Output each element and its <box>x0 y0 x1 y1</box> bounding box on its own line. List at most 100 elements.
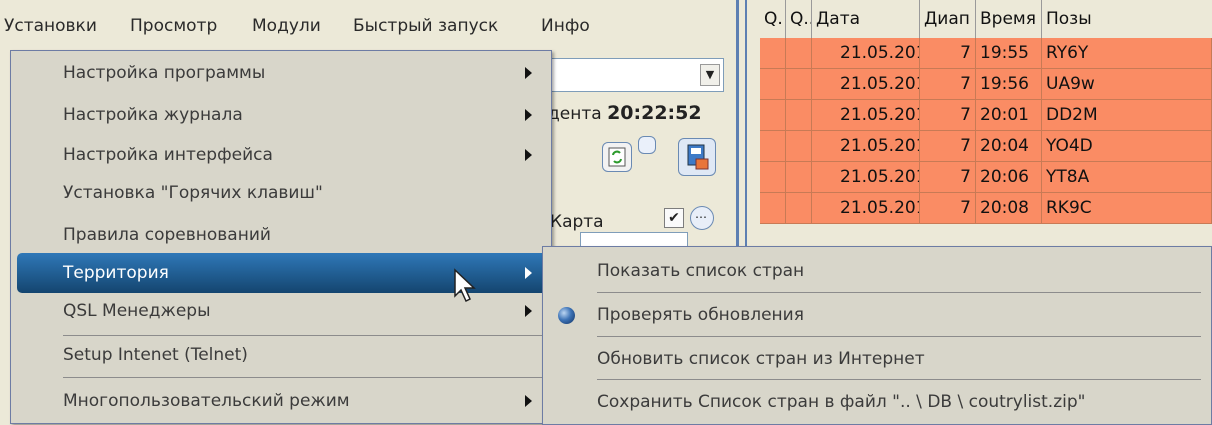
grid-header: Q. Q.. Дата Диап Время Позы <box>760 0 1212 39</box>
menu-item-log-settings[interactable]: Настройка журнала <box>11 95 551 135</box>
submenu-arrow-icon <box>525 305 532 317</box>
menu-item-label: Настройка интерфейса <box>63 145 273 165</box>
cell-q2 <box>786 38 812 69</box>
menu-separator <box>63 377 549 378</box>
table-row[interactable]: 21.05.2011720:06YT8A <box>760 162 1212 193</box>
map-checkbox[interactable]: ✔ <box>664 208 684 228</box>
column-header-q1[interactable]: Q. <box>760 0 786 38</box>
settings-menu: Настройка программы Настройка журнала На… <box>10 50 552 424</box>
territory-submenu: Показать список стран Проверять обновлен… <box>542 246 1212 425</box>
table-row[interactable]: 21.05.2011719:55RY6Y <box>760 38 1212 69</box>
menu-bar: Установки Просмотр Модули Быстрый запуск… <box>0 0 736 52</box>
cell-q1 <box>760 193 786 224</box>
menubar-item-info[interactable]: Инфо <box>541 16 590 36</box>
menu-item-multiuser-mode[interactable]: Многопользовательский режим <box>11 381 551 421</box>
menubar-item-settings[interactable]: Установки <box>4 16 97 36</box>
column-header-time[interactable]: Время <box>976 0 1042 38</box>
cell-band: 7 <box>920 131 976 162</box>
cell-band: 7 <box>920 162 976 193</box>
menu-item-label: Правила соревнований <box>63 225 271 245</box>
menu-item-label: Многопользовательский режим <box>63 391 350 411</box>
cell-band: 7 <box>920 193 976 224</box>
cell-q1 <box>760 38 786 69</box>
cell-call: YT8A <box>1042 162 1212 193</box>
menu-item-program-settings[interactable]: Настройка программы <box>11 53 551 93</box>
cell-call: DD2M <box>1042 100 1212 131</box>
map-label: Карта <box>550 212 604 232</box>
ellipsis-icon: … <box>695 207 707 221</box>
more-button[interactable]: … <box>690 206 714 230</box>
menu-separator <box>597 379 1201 380</box>
cell-q2 <box>786 69 812 100</box>
menu-item-label: Настройка журнала <box>63 105 243 125</box>
cell-date: 21.05.2011 <box>812 193 920 224</box>
cell-q2 <box>786 162 812 193</box>
submenu-arrow-icon <box>525 67 532 79</box>
submenu-item-label: Показать список стран <box>597 261 805 281</box>
cell-time: 20:04 <box>976 131 1042 162</box>
cell-call: UA9w <box>1042 69 1212 100</box>
column-header-call[interactable]: Позы <box>1042 0 1212 38</box>
table-row[interactable]: 21.05.2011720:08RK9C <box>760 193 1212 224</box>
menu-item-interface-settings[interactable]: Настройка интерфейса <box>11 135 551 175</box>
clock-time: 20:22:52 <box>607 102 702 124</box>
menubar-item-view[interactable]: Просмотр <box>130 16 217 36</box>
submenu-item-save-country-list[interactable]: Сохранить Список стран в файл ".. \ DB \… <box>543 382 1211 422</box>
menu-separator <box>597 292 1201 293</box>
save-log-button[interactable] <box>678 138 716 176</box>
cell-date: 21.05.2011 <box>812 162 920 193</box>
menu-item-label: Установка "Горячих клавиш" <box>63 183 323 203</box>
cell-time: 20:01 <box>976 100 1042 131</box>
cell-time: 19:56 <box>976 69 1042 100</box>
submenu-arrow-icon <box>525 267 532 279</box>
cell-q1 <box>760 131 786 162</box>
table-row[interactable]: 21.05.2011719:56UA9w <box>760 69 1212 100</box>
cell-q2 <box>786 193 812 224</box>
menu-item-label: Setup Intenet (Telnet) <box>63 345 248 365</box>
submenu-item-update-from-internet[interactable]: Обновить список стран из Интернет <box>543 339 1211 379</box>
cell-time: 20:08 <box>976 193 1042 224</box>
submenu-item-check-updates[interactable]: Проверять обновления <box>543 295 1211 335</box>
menu-separator <box>597 336 1201 337</box>
refresh-icon <box>608 147 626 167</box>
cell-q2 <box>786 100 812 131</box>
cell-date: 21.05.2011 <box>812 38 920 69</box>
table-row[interactable]: 21.05.2011720:01DD2M <box>760 100 1212 131</box>
save-icon <box>687 144 709 170</box>
background-combobox[interactable]: ▼ <box>548 58 724 92</box>
mouse-cursor-icon <box>453 268 479 309</box>
menu-item-label: Территория <box>63 263 169 283</box>
cell-call: RY6Y <box>1042 38 1212 69</box>
submenu-item-show-countries[interactable]: Показать список стран <box>543 251 1211 291</box>
cell-q1 <box>760 100 786 131</box>
submenu-item-label: Сохранить Список стран в файл ".. \ DB \… <box>597 392 1086 412</box>
column-header-date[interactable]: Дата <box>812 0 920 38</box>
cell-call: RK9C <box>1042 193 1212 224</box>
cell-time: 20:06 <box>976 162 1042 193</box>
menu-item-telnet-setup[interactable]: Setup Intenet (Telnet) <box>11 335 551 375</box>
radio-checked-icon <box>558 307 575 324</box>
table-row[interactable]: 21.05.2011720:04YO4D <box>760 131 1212 162</box>
menu-item-hotkeys[interactable]: Установка "Горячих клавиш" <box>11 173 551 213</box>
column-header-q2[interactable]: Q.. <box>786 0 812 38</box>
refresh-button[interactable] <box>602 142 632 172</box>
submenu-item-label: Проверять обновления <box>597 305 804 325</box>
cell-q2 <box>786 131 812 162</box>
cell-band: 7 <box>920 38 976 69</box>
menu-item-label: QSL Менеджеры <box>63 301 211 321</box>
menubar-item-modules[interactable]: Модули <box>252 16 321 36</box>
chevron-down-icon[interactable]: ▼ <box>700 64 720 86</box>
clock-display: дента 20:22:52 <box>548 102 702 124</box>
menubar-item-quick-launch[interactable]: Быстрый запуск <box>353 16 498 36</box>
menu-item-contest-rules[interactable]: Правила соревнований <box>11 215 551 255</box>
cell-date: 21.05.2011 <box>812 100 920 131</box>
cell-band: 7 <box>920 100 976 131</box>
cell-q1 <box>760 162 786 193</box>
cell-q1 <box>760 69 786 100</box>
cell-date: 21.05.2011 <box>812 131 920 162</box>
column-header-band[interactable]: Диап <box>920 0 976 38</box>
cell-time: 19:55 <box>976 38 1042 69</box>
submenu-arrow-icon <box>525 149 532 161</box>
submenu-arrow-icon <box>525 395 532 407</box>
small-toggle-button[interactable] <box>638 136 656 154</box>
